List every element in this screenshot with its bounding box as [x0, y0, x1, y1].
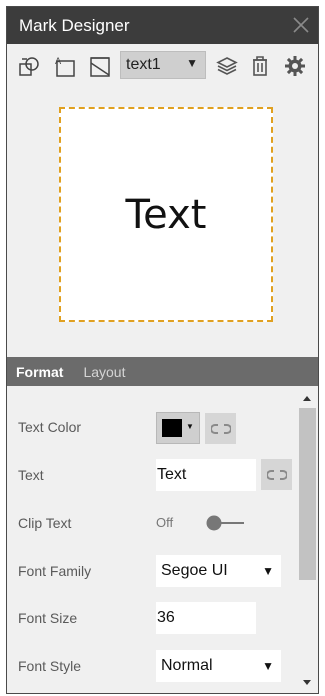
mark-designer-panel: Mark Designer A text1 ▼ Text Format Layo…	[6, 6, 319, 694]
chevron-down-icon: ▼	[186, 56, 198, 70]
scroll-down-icon[interactable]	[303, 680, 311, 685]
text-label: Text	[18, 467, 44, 483]
link-icon[interactable]	[205, 413, 236, 444]
shapes-icon[interactable]	[18, 55, 42, 79]
text-element-icon[interactable]: A	[53, 55, 77, 79]
text-input[interactable]: Text	[156, 459, 256, 491]
preview-text: Text	[125, 191, 207, 238]
scroll-up-icon[interactable]	[303, 396, 311, 401]
font-size-label: Font Size	[18, 610, 78, 626]
title-bar: Mark Designer	[7, 7, 318, 44]
preview-area: Text	[7, 89, 318, 357]
font-family-row: Font Family Segoe UI ▼	[7, 547, 297, 587]
link-icon[interactable]	[261, 459, 292, 490]
chevron-down-icon: ▼	[262, 564, 274, 578]
scroll-thumb[interactable]	[299, 408, 316, 580]
font-size-input[interactable]: 36	[156, 602, 256, 634]
svg-text:A: A	[55, 57, 62, 67]
element-select[interactable]: text1 ▼	[120, 51, 206, 79]
font-style-value: Normal	[161, 657, 213, 674]
tab-layout[interactable]: Layout	[83, 364, 125, 380]
font-style-label: Font Style	[18, 658, 82, 674]
trash-icon[interactable]	[248, 54, 272, 78]
text-color-row: Text Color ▼	[7, 404, 297, 444]
clip-text-row: Clip Text Off	[7, 499, 297, 539]
font-size-row: Font Size 36	[7, 594, 297, 634]
toolbar: A text1 ▼	[7, 44, 318, 89]
caret-down-icon: ▼	[186, 422, 194, 431]
text-color-picker[interactable]: ▼	[156, 412, 200, 444]
element-select-value: text1	[126, 56, 161, 73]
gear-icon[interactable]	[283, 54, 307, 78]
color-swatch	[162, 419, 182, 437]
mark-preview[interactable]: Text	[59, 107, 273, 322]
font-family-label: Font Family	[18, 563, 92, 579]
font-family-select[interactable]: Segoe UI ▼	[156, 555, 281, 587]
font-style-select[interactable]: Normal ▼	[156, 650, 281, 682]
properties-panel: Text Color ▼ Text Text Clip Text Off Fon…	[7, 386, 318, 693]
font-family-value: Segoe UI	[161, 562, 228, 579]
clip-text-state: Off	[156, 515, 174, 530]
chevron-down-icon: ▼	[262, 659, 274, 673]
font-style-row: Font Style Normal ▼	[7, 642, 297, 682]
clip-text-label: Clip Text	[18, 515, 72, 531]
text-row: Text Text	[7, 451, 297, 491]
close-icon[interactable]	[292, 16, 310, 34]
scrollbar[interactable]	[297, 386, 318, 693]
image-element-icon[interactable]	[88, 55, 112, 79]
tab-format[interactable]: Format	[16, 364, 63, 380]
clip-text-toggle[interactable]	[204, 513, 246, 533]
window-title: Mark Designer	[19, 15, 130, 35]
text-color-label: Text Color	[18, 419, 82, 435]
tab-bar: Format Layout	[7, 357, 318, 386]
layers-icon[interactable]	[215, 54, 239, 78]
